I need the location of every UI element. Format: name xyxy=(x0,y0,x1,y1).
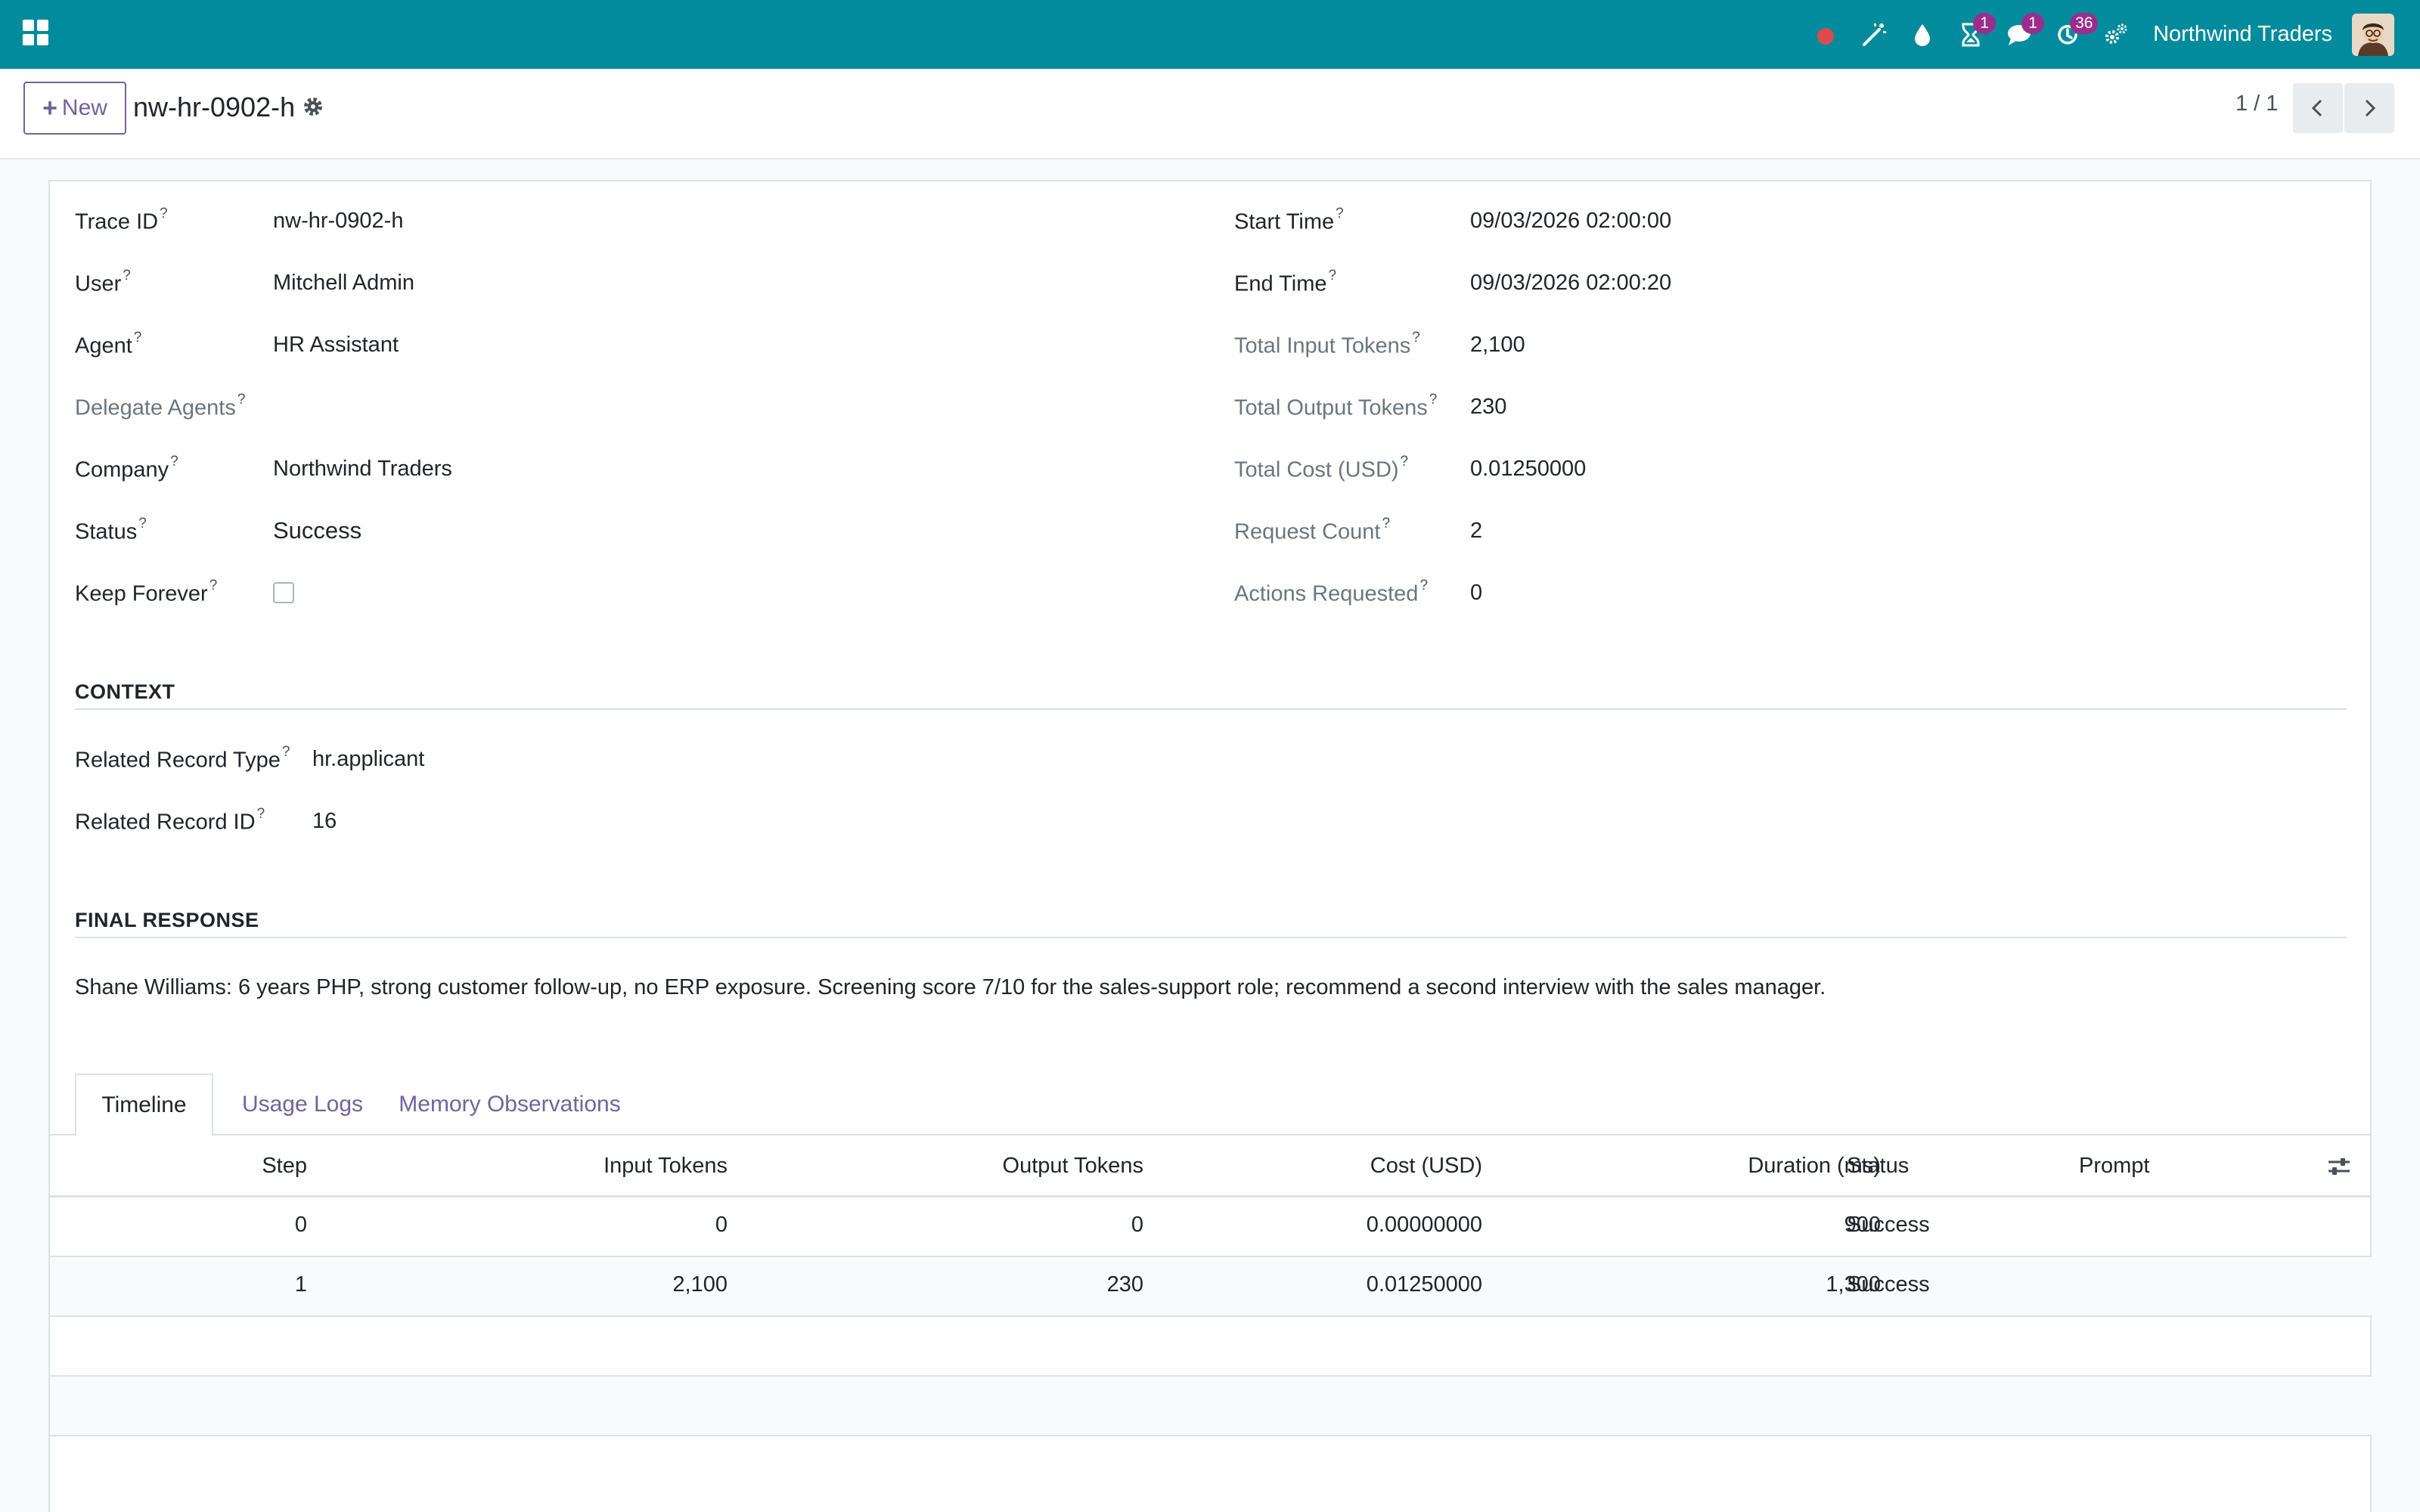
value-agent[interactable]: HR Assistant xyxy=(273,333,399,358)
column-header-prompt[interactable]: Prompt xyxy=(2079,1154,2149,1179)
updates-badge: 36 xyxy=(2070,12,2099,34)
label-delegate-agents: Delegate Agents? xyxy=(75,392,246,420)
label-agent: Agent? xyxy=(75,330,142,358)
tab-memory-observations[interactable]: Memory Observations xyxy=(389,1074,631,1136)
activity-hourglass-icon[interactable]: 1 xyxy=(1953,12,1996,52)
top-navbar: 1 1 36 Northwind Traders xyxy=(0,0,2420,69)
cell-cost: 0.00000000 xyxy=(1366,1213,1482,1237)
context-section-title: CONTEXT xyxy=(75,680,175,703)
value-actions-requested: 0 xyxy=(1470,581,1483,605)
settings-gears-icon[interactable] xyxy=(2099,17,2133,52)
table-empty-row xyxy=(50,1377,2372,1436)
cell-status: Success xyxy=(1847,1272,1930,1297)
value-trace-id[interactable]: nw-hr-0902-h xyxy=(273,209,403,234)
label-related-record-id: Related Record ID? xyxy=(75,806,265,835)
label-start-time: Start Time? xyxy=(1234,206,1344,234)
label-status: Status? xyxy=(75,516,147,544)
table-row[interactable]: 1 2,100 230 0.01250000 1,300 Success xyxy=(50,1257,2372,1317)
label-total-input-tokens: Total Input Tokens? xyxy=(1234,330,1420,358)
cell-cost: 0.01250000 xyxy=(1366,1272,1482,1297)
new-button[interactable]: + New xyxy=(23,82,126,135)
magic-wand-icon[interactable] xyxy=(1857,17,1891,52)
value-company[interactable]: Northwind Traders xyxy=(273,457,452,482)
value-start-time[interactable]: 09/03/2026 02:00:00 xyxy=(1470,209,1671,234)
gear-icon[interactable] xyxy=(301,94,325,119)
final-response-section-title: FINAL RESPONSE xyxy=(75,909,259,931)
value-total-cost: 0.01250000 xyxy=(1470,457,1587,481)
company-switcher[interactable]: Northwind Traders xyxy=(2153,22,2332,47)
column-header-output-tokens[interactable]: Output Tokens xyxy=(1003,1154,1143,1179)
messages-icon[interactable]: 1 xyxy=(2002,12,2045,52)
tab-timeline[interactable]: Timeline xyxy=(75,1074,213,1137)
label-total-output-tokens: Total Output Tokens? xyxy=(1234,392,1438,420)
label-trace-id: Trace ID? xyxy=(75,206,168,234)
tab-usage-logs[interactable]: Usage Logs xyxy=(234,1074,371,1136)
value-user[interactable]: Mitchell Admin xyxy=(273,271,414,296)
label-related-record-type: Related Record Type? xyxy=(75,744,290,773)
chevron-right-icon xyxy=(2365,99,2376,117)
cell-step: 0 xyxy=(294,1213,307,1237)
user-avatar[interactable] xyxy=(2352,13,2394,56)
value-related-record-id[interactable]: 16 xyxy=(312,809,337,834)
label-company: Company? xyxy=(75,454,178,482)
cell-step: 1 xyxy=(294,1272,307,1297)
label-request-count: Request Count? xyxy=(1234,516,1391,544)
final-response-text: Shane Williams: 6 years PHP, strong cust… xyxy=(75,975,1826,999)
cell-output-tokens: 0 xyxy=(1131,1213,1143,1237)
label-keep-forever: Keep Forever? xyxy=(75,578,218,606)
pager-next-button[interactable] xyxy=(2344,83,2394,133)
value-related-record-type[interactable]: hr.applicant xyxy=(312,747,424,772)
value-total-input-tokens: 2,100 xyxy=(1470,333,1525,357)
pager-previous-button[interactable] xyxy=(2293,83,2343,133)
messages-badge: 1 xyxy=(2021,12,2045,34)
column-header-cost[interactable]: Cost (USD) xyxy=(1370,1154,1482,1179)
final-response-separator xyxy=(75,937,2347,938)
label-actions-requested: Actions Requested? xyxy=(1234,578,1429,606)
theme-drop-icon[interactable] xyxy=(1905,17,1940,52)
updates-clock-icon[interactable]: 36 xyxy=(2050,12,2099,52)
column-header-step[interactable]: Step xyxy=(262,1154,307,1179)
keep-forever-checkbox[interactable] xyxy=(273,582,294,603)
pager-value[interactable]: 1 / 1 xyxy=(2235,91,2278,116)
column-header-status[interactable]: Status xyxy=(1847,1154,1909,1179)
status-badge: Success xyxy=(273,517,362,544)
control-panel: + New nw-hr-0902-h 1 / 1 xyxy=(0,69,2420,160)
app-menu-icon[interactable] xyxy=(23,20,48,45)
cell-input-tokens: 2,100 xyxy=(672,1272,728,1297)
new-button-label: New xyxy=(61,95,107,120)
activity-badge: 1 xyxy=(1973,12,1996,34)
recording-indicator-icon[interactable] xyxy=(1808,17,1843,52)
column-header-input-tokens[interactable]: Input Tokens xyxy=(603,1154,728,1179)
cell-output-tokens: 230 xyxy=(1106,1272,1143,1297)
cell-status: Success xyxy=(1847,1213,1930,1237)
notebook-tabs: Timeline Usage Logs Memory Observations xyxy=(50,1074,2372,1137)
value-request-count: 2 xyxy=(1470,519,1483,543)
optional-columns-toggle-icon[interactable] xyxy=(2326,1154,2352,1179)
form-sheet: Trace ID? nw-hr-0902-h User? Mitchell Ad… xyxy=(48,180,2372,1512)
breadcrumb-record-name: nw-hr-0902-h xyxy=(133,91,296,122)
chevron-left-icon xyxy=(2311,99,2322,117)
value-end-time[interactable]: 09/03/2026 02:00:20 xyxy=(1470,271,1671,296)
table-header: Step Input Tokens Output Tokens Cost (US… xyxy=(50,1136,2372,1198)
context-separator xyxy=(75,708,2347,710)
table-empty-row xyxy=(50,1317,2372,1377)
label-user: User? xyxy=(75,268,131,296)
label-end-time: End Time? xyxy=(1234,268,1337,296)
table-row[interactable]: 0 0 0 0.00000000 900 Success xyxy=(50,1198,2372,1257)
value-total-output-tokens: 230 xyxy=(1470,395,1507,419)
cell-input-tokens: 0 xyxy=(715,1213,728,1237)
table-empty-row xyxy=(50,1436,2372,1512)
plus-icon: + xyxy=(42,93,57,122)
label-total-cost: Total Cost (USD)? xyxy=(1234,454,1409,482)
